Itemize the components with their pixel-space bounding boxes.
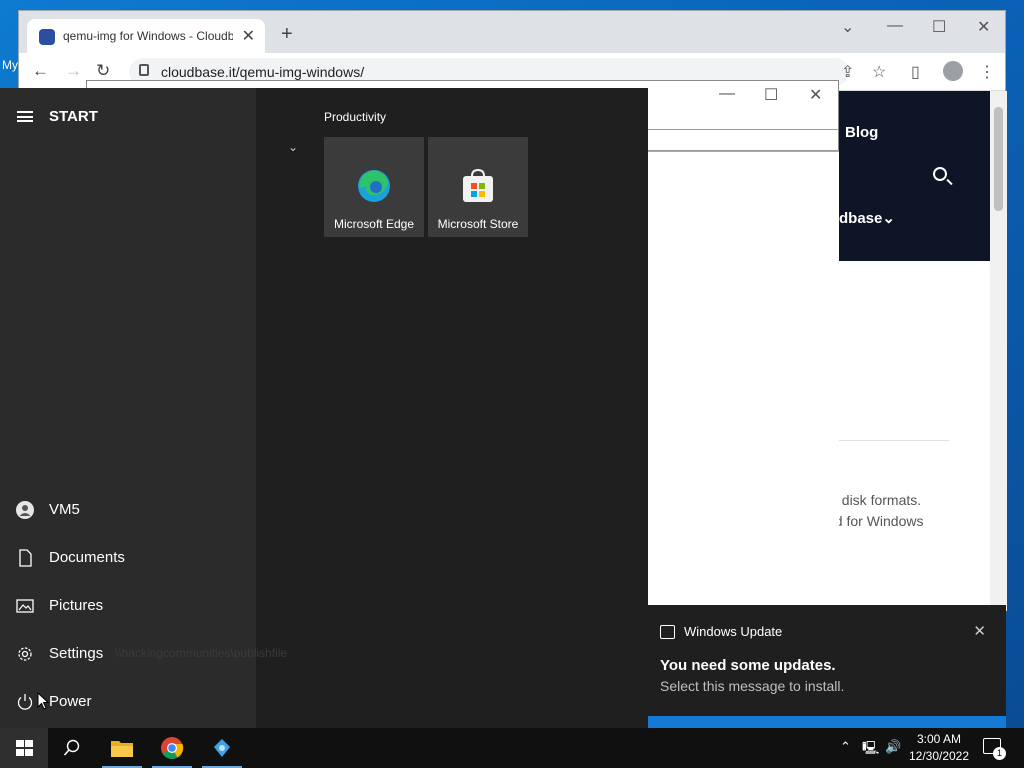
site-header: Blog dbase⌄	[839, 91, 990, 261]
start-menu: START VM5 Documents Pictures Settings \\…	[0, 88, 648, 728]
chevron-down-icon[interactable]: ⌄	[288, 140, 298, 154]
store-icon	[463, 168, 493, 202]
start-button[interactable]	[0, 728, 48, 768]
nav-blog-link[interactable]: Blog	[845, 124, 878, 141]
profile-avatar[interactable]	[943, 61, 963, 81]
notification-app-name: Windows Update	[684, 624, 783, 639]
notification-toast[interactable]: Windows Update ✕ You need some updates. …	[648, 605, 1006, 716]
url-text: cloudbase.it/qemu-img-windows/	[161, 64, 365, 80]
taskbar: ⌃ 🖳 🔊 3:00 AM 12/30/2022 1	[0, 728, 1024, 768]
volume-icon[interactable]: 🔊	[885, 739, 901, 755]
desktop-highlight	[648, 716, 1006, 728]
power-icon	[17, 694, 33, 710]
dialog-maximize-icon[interactable]: ☐	[764, 85, 778, 105]
lock-icon	[139, 64, 149, 76]
bookmark-star-icon[interactable]: ☆	[872, 62, 886, 82]
tile-label: Microsoft Store	[437, 217, 519, 231]
dialog-minimize-icon[interactable]: —	[719, 85, 735, 103]
gear-icon	[18, 647, 32, 661]
favicon-icon	[39, 29, 55, 45]
app-icon	[214, 739, 230, 757]
new-tab-button[interactable]: +	[281, 23, 293, 46]
document-icon	[19, 549, 32, 567]
start-title: START	[49, 108, 98, 125]
start-item-label: Power	[49, 693, 92, 710]
scroll-thumb[interactable]	[994, 107, 1003, 211]
back-icon[interactable]: ←	[32, 61, 49, 81]
edge-icon	[358, 170, 390, 202]
share-icon[interactable]: ⇪	[841, 62, 854, 82]
start-item-label: Documents	[49, 549, 125, 566]
notification-body: Select this message to install.	[660, 678, 845, 694]
nav-menu-link[interactable]: dbase⌄	[839, 209, 895, 227]
windows-logo-icon	[16, 740, 33, 756]
network-icon[interactable]: 🖳	[862, 739, 879, 761]
tile-microsoft-store[interactable]: Microsoft Store	[428, 137, 528, 237]
site-search-icon[interactable]	[933, 167, 947, 181]
side-panel-icon[interactable]: ▯	[911, 62, 920, 82]
chrome-icon	[161, 737, 184, 759]
dialog-field[interactable]	[647, 129, 839, 151]
file-explorer-icon	[111, 741, 133, 757]
hamburger-icon[interactable]	[17, 111, 33, 122]
tab-strip: qemu-img for Windows - Cloudbase Solutio…	[19, 11, 1005, 53]
menu-kebab-icon[interactable]: ⋮	[979, 62, 995, 82]
start-item-pictures[interactable]: Pictures	[0, 585, 256, 629]
minimize-icon[interactable]: —	[887, 17, 903, 35]
taskbar-chrome[interactable]	[148, 728, 196, 768]
tab-title: qemu-img for Windows - Cloudbase Solutio…	[63, 29, 233, 43]
ghost-text: \\hackingcommunities\publishfile	[115, 646, 288, 660]
tile-group-title: Productivity	[324, 110, 387, 124]
tile-microsoft-edge[interactable]: Microsoft Edge	[324, 137, 424, 237]
start-item-label: Pictures	[49, 597, 104, 614]
show-hidden-icons-icon[interactable]: ⌃	[840, 739, 851, 755]
divider	[839, 440, 949, 441]
reload-icon[interactable]: ↻	[96, 61, 110, 81]
clock[interactable]: 3:00 AM 12/30/2022	[904, 731, 974, 765]
page-text-line: al disk formats.	[827, 492, 922, 508]
notification-count-badge: 1	[993, 747, 1006, 760]
tile-label: Microsoft Edge	[333, 217, 415, 231]
start-sidebar: START VM5 Documents Pictures Settings \\…	[0, 88, 287, 728]
page-scrollbar[interactable]	[990, 91, 1007, 611]
clock-date: 12/30/2022	[908, 749, 970, 763]
tab-search-icon[interactable]: ⌄	[841, 17, 854, 37]
update-icon	[660, 625, 675, 639]
tab-close-icon[interactable]: ✕	[242, 26, 255, 46]
start-item-label: Settings	[49, 645, 104, 662]
taskbar-file-explorer[interactable]	[98, 728, 146, 768]
user-icon	[16, 501, 34, 519]
page-text-line: ed for Windows	[827, 513, 924, 529]
taskbar-app[interactable]	[198, 728, 246, 768]
dialog-panel	[647, 151, 839, 595]
start-item-documents[interactable]: Documents	[0, 537, 256, 581]
taskbar-search-button[interactable]	[48, 728, 96, 768]
search-icon	[63, 739, 80, 756]
desktop-icon-label[interactable]: My	[2, 58, 18, 72]
start-item-user[interactable]: VM5	[0, 489, 256, 533]
dialog-close-icon[interactable]: ✕	[809, 85, 822, 105]
pictures-icon	[16, 599, 34, 613]
start-item-label: VM5	[49, 501, 80, 518]
maximize-icon[interactable]: ☐	[932, 17, 946, 37]
mouse-cursor	[37, 692, 49, 710]
forward-icon[interactable]: →	[65, 61, 82, 81]
notification-close-icon[interactable]: ✕	[973, 622, 986, 640]
start-item-settings[interactable]: Settings \\hackingcommunities\publishfil…	[0, 633, 287, 677]
clock-time: 3:00 AM	[916, 732, 962, 746]
notification-title: You need some updates.	[660, 657, 836, 674]
close-window-icon[interactable]: ✕	[977, 17, 990, 37]
browser-tab[interactable]: qemu-img for Windows - Cloudbase Solutio…	[27, 19, 265, 53]
